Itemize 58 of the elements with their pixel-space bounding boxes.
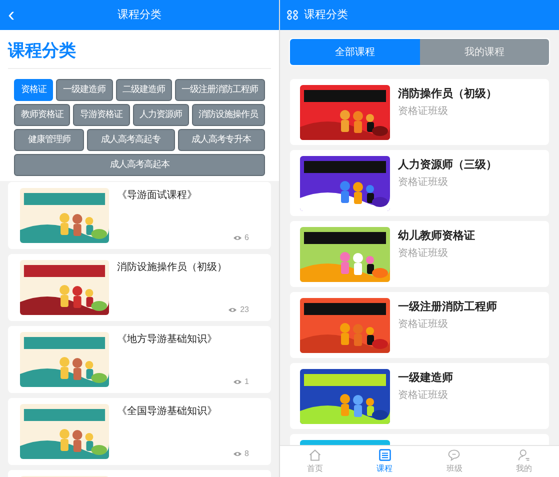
eye-icon: [232, 378, 242, 384]
course-title: 幼儿教师资格证: [398, 228, 475, 244]
category-chip[interactable]: 消防设施操作员: [192, 104, 265, 126]
eye-icon: [228, 306, 238, 312]
course-title: 消防设施操作员（初级）: [117, 260, 227, 274]
category-chip[interactable]: 健康管理师: [14, 128, 84, 150]
eye-icon: [232, 450, 242, 456]
list-icon: [378, 448, 392, 462]
tab[interactable]: 我的课程: [420, 39, 549, 65]
category-chip[interactable]: 二级建造师: [116, 78, 172, 100]
view-count: 6: [244, 232, 249, 244]
category-chip[interactable]: 导游资格证: [73, 104, 130, 126]
course-card[interactable]: 人力资源师（三级） 资格证班级: [290, 150, 549, 216]
person-icon: [517, 448, 532, 462]
back-button[interactable]: ‹: [6, 5, 17, 25]
screen-title: 课程分类: [118, 8, 162, 23]
nav-tab[interactable]: 课程: [350, 446, 420, 477]
section-heading: 课程分类: [8, 38, 271, 68]
eye-icon: [232, 234, 242, 240]
category-chip[interactable]: 资格证: [14, 78, 54, 100]
course-category: 资格证班级: [398, 176, 448, 190]
category-chip[interactable]: 成人高考高起专: [87, 128, 175, 150]
view-count: 1: [244, 376, 249, 388]
course-card[interactable]: 《导游面试课程》 6: [8, 182, 271, 248]
course-title: 消防操作员（初级）: [398, 86, 497, 102]
category-chip[interactable]: 人力资源师: [132, 104, 189, 126]
category-chip[interactable]: 教师资格证: [14, 104, 70, 126]
category-chip[interactable]: 成人高考专升本: [178, 128, 265, 150]
course-category: 资格证班级: [398, 246, 448, 260]
screen-title: 课程分类: [304, 8, 348, 23]
course-title: 一级建造师: [398, 370, 453, 386]
course-category: 资格证班级: [398, 388, 448, 402]
grid-icon[interactable]: [287, 10, 298, 20]
category-chip[interactable]: 一级建造师: [56, 78, 112, 100]
nav-tab[interactable]: 我的: [489, 446, 559, 477]
course-title: 《全国导游基础知识》: [117, 404, 217, 418]
category-chip[interactable]: 一级注册消防工程师: [174, 78, 265, 100]
course-card[interactable]: 一级建造师 资格证班级: [290, 363, 549, 429]
home-icon: [308, 448, 322, 462]
course-category: 资格证班级: [398, 318, 448, 332]
course-category: 资格证班级: [398, 104, 448, 118]
course-title: 一级注册消防工程师: [398, 300, 497, 315]
nav-tab[interactable]: 首页: [280, 446, 350, 477]
course-card[interactable]: 消防设施操作员（初级） 23: [8, 254, 271, 320]
view-count: 23: [240, 304, 249, 316]
course-card[interactable]: 一级注册消防工程师 资格证班级: [290, 292, 549, 358]
chat-icon: [447, 448, 462, 462]
course-card[interactable]: 《地方导游基础知识》 1: [8, 326, 271, 392]
category-chip[interactable]: 成人高考高起本: [14, 154, 265, 176]
course-title: 《导游面试课程》: [117, 188, 197, 202]
tab[interactable]: 全部课程: [290, 39, 420, 65]
course-card[interactable]: 《全国导游基础知识》 8: [8, 398, 271, 464]
course-title: 人力资源师（三级）: [398, 158, 497, 173]
nav-tab[interactable]: 班级: [420, 446, 490, 477]
course-title: 《地方导游基础知识》: [117, 332, 217, 346]
course-card[interactable]: 消防操作员（初级） 资格证班级: [290, 79, 549, 145]
view-count: 8: [244, 448, 249, 460]
course-card[interactable]: 幼儿教师资格证 资格证班级: [290, 221, 549, 287]
